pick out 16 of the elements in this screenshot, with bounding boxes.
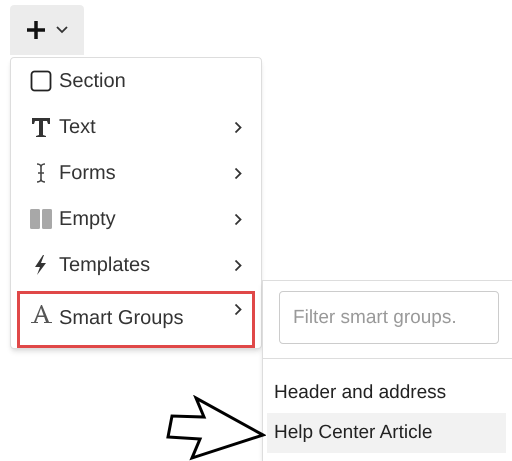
menu-item[interactable]: Empty xyxy=(17,196,255,242)
filter-field[interactable]: Filter smart groups. xyxy=(279,291,499,344)
plus-icon xyxy=(26,20,46,40)
menu-item[interactable]: Section xyxy=(17,58,255,104)
caret-icon xyxy=(56,26,68,34)
columns-icon xyxy=(30,208,52,230)
checkbox-icon xyxy=(30,70,52,92)
menu-item[interactable]: Forms xyxy=(17,150,255,196)
serif-t-icon xyxy=(30,116,52,138)
menu-item[interactable]: Templates xyxy=(17,242,255,288)
serif-a-icon xyxy=(30,303,52,325)
submenu-item[interactable]: Header and address xyxy=(267,373,506,413)
submenu-item[interactable]: Help Center Article xyxy=(267,413,506,453)
menu-item[interactable]: Smart Groups xyxy=(17,291,255,348)
add-button[interactable] xyxy=(10,5,84,55)
menu-item[interactable]: Text xyxy=(17,104,255,150)
